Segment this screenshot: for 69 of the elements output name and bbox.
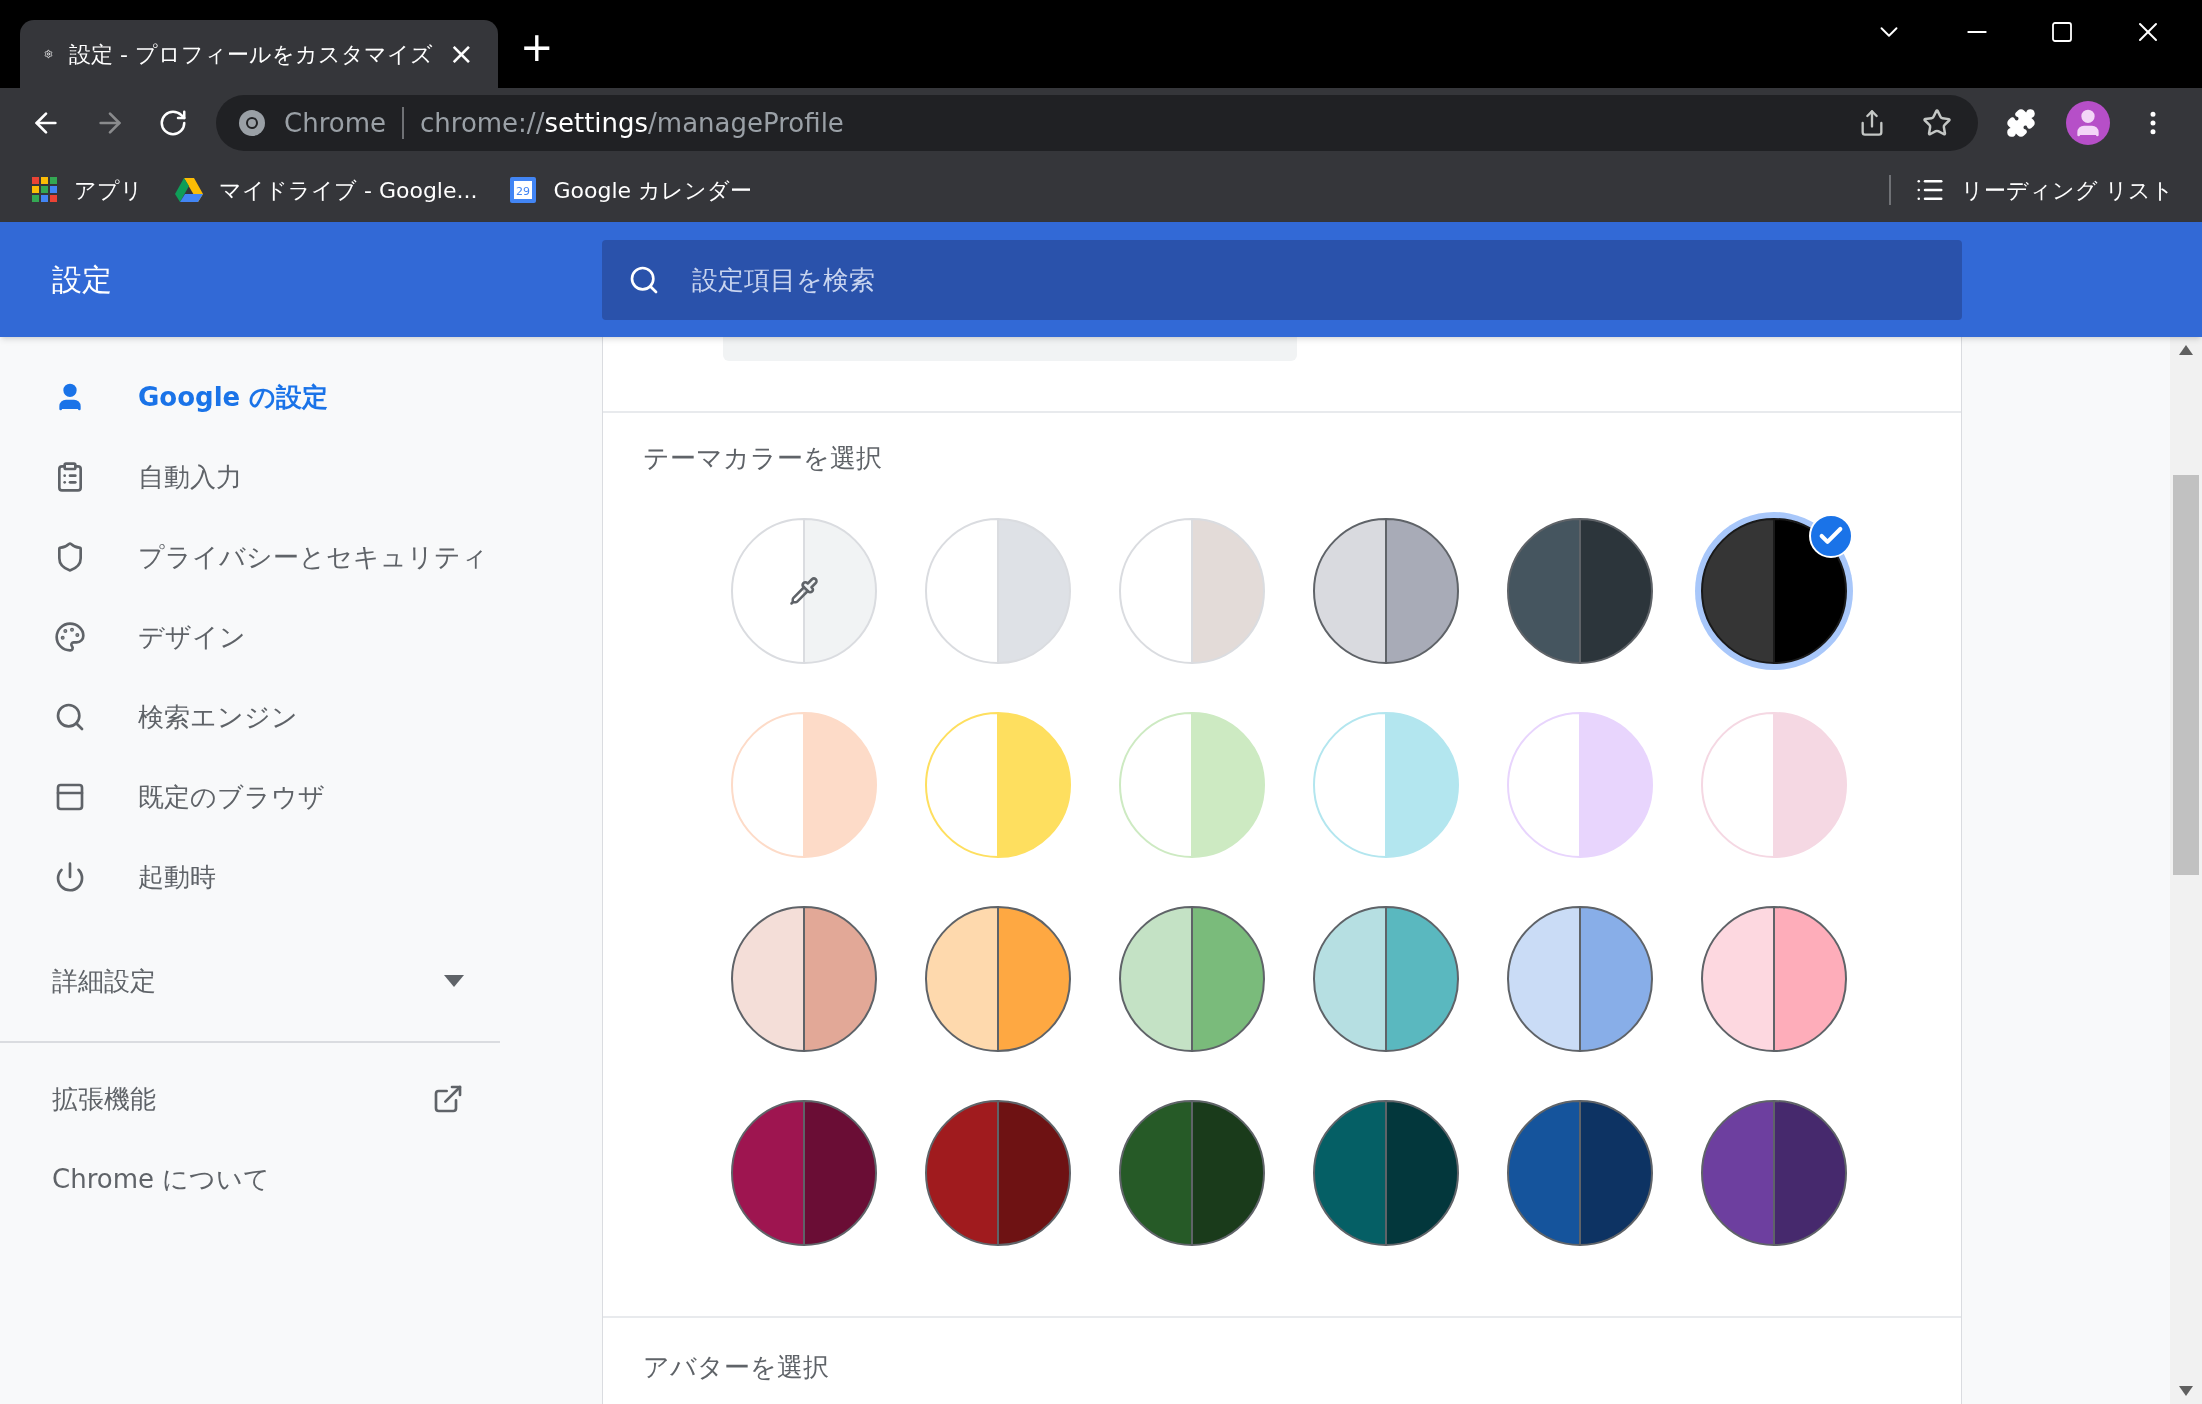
theme-color-swatch[interactable]: [731, 906, 877, 1052]
theme-color-swatch[interactable]: [731, 1100, 877, 1246]
name-field[interactable]: [723, 337, 1297, 361]
search-icon: [54, 701, 86, 733]
theme-color-swatch[interactable]: [1507, 518, 1653, 664]
theme-color-swatch[interactable]: [1507, 906, 1653, 1052]
theme-color-swatch[interactable]: [1119, 518, 1265, 664]
browser-window-icon: [54, 781, 86, 813]
chrome-logo-icon: [238, 109, 266, 137]
browser-tab[interactable]: 設定 - プロフィールをカスタマイズ ×: [20, 20, 498, 88]
theme-color-swatch[interactable]: [925, 906, 1071, 1052]
theme-color-swatch[interactable]: [1701, 712, 1847, 858]
scroll-down-icon[interactable]: [2179, 1386, 2193, 1396]
sidebar-item[interactable]: プライバシーとセキュリティ: [0, 517, 602, 597]
theme-color-swatch[interactable]: [1313, 906, 1459, 1052]
drive-icon: [175, 178, 203, 202]
reading-list-button[interactable]: リーディング リスト: [1961, 173, 2174, 207]
theme-color-swatch[interactable]: [1701, 906, 1847, 1052]
advanced-toggle[interactable]: 詳細設定: [0, 933, 560, 1029]
calendar-icon: 29: [509, 176, 538, 204]
search-field[interactable]: 設定項目を検索: [602, 239, 1962, 320]
sidebar-item[interactable]: 検索エンジン: [0, 677, 602, 757]
theme-color-swatch[interactable]: [925, 712, 1071, 858]
maximize-icon[interactable]: [2050, 20, 2074, 44]
theme-color-swatch[interactable]: [1119, 906, 1265, 1052]
bookmark-item[interactable]: 29 Google カレンダー: [509, 173, 753, 207]
scroll-up-icon[interactable]: [2179, 345, 2193, 355]
theme-color-swatch[interactable]: [1507, 712, 1653, 858]
eyedropper-icon: [789, 576, 819, 606]
bookmark-item[interactable]: アプリ: [32, 173, 143, 207]
theme-color-swatch[interactable]: [1313, 1100, 1459, 1246]
theme-color-swatch[interactable]: [925, 1100, 1071, 1246]
scrollbar-thumb[interactable]: [2173, 475, 2199, 875]
theme-color-swatch[interactable]: [1507, 1100, 1653, 1246]
theme-color-swatch[interactable]: [1119, 712, 1265, 858]
theme-color-swatch[interactable]: [1313, 518, 1459, 664]
external-link-icon: [432, 1083, 464, 1115]
address-bar[interactable]: Chrome chrome://settings/manageProfile: [216, 95, 1978, 151]
bookmark-item[interactable]: マイドライブ - Google...: [175, 173, 478, 207]
power-icon: [54, 861, 86, 893]
section-title: アバターを選択: [643, 1351, 829, 1384]
profile-avatar[interactable]: [2066, 101, 2110, 145]
scrollbar[interactable]: [2170, 337, 2202, 1404]
bookmark-star-icon[interactable]: [1922, 108, 1952, 138]
theme-color-swatch[interactable]: [1313, 712, 1459, 858]
dropdown-arrow-icon: [444, 975, 464, 987]
url-text: chrome://settings/manageProfile: [420, 106, 844, 140]
extensions-link[interactable]: 拡張機能: [0, 1059, 560, 1139]
theme-color-swatch[interactable]: [731, 518, 877, 664]
about-chrome-link[interactable]: Chrome について: [0, 1139, 271, 1219]
theme-color-swatch[interactable]: [731, 712, 877, 858]
tab-close-button[interactable]: ×: [448, 39, 474, 69]
reload-icon[interactable]: [158, 108, 188, 138]
new-tab-button[interactable]: +: [520, 27, 554, 67]
theme-color-swatch[interactable]: [925, 518, 1071, 664]
sidebar-item[interactable]: 自動入力: [0, 437, 602, 517]
sidebar-item[interactable]: Google の設定: [0, 357, 602, 437]
section-title: テーマカラーを選択: [643, 442, 882, 475]
apps-grid-icon: [32, 177, 58, 203]
sidebar-item[interactable]: デザイン: [0, 597, 602, 677]
sidebar-item[interactable]: 既定のブラウザ: [0, 757, 602, 837]
tab-title: 設定 - プロフィールをカスタマイズ: [68, 40, 433, 69]
sidebar-item[interactable]: 起動時: [0, 837, 602, 917]
settings-title: 設定: [51, 261, 113, 299]
extensions-icon[interactable]: [2006, 108, 2036, 138]
site-label: Chrome: [284, 106, 386, 140]
theme-color-swatch[interactable]: [1701, 1100, 1847, 1246]
theme-color-swatch[interactable]: [1119, 1100, 1265, 1246]
palette-icon: [54, 621, 86, 653]
